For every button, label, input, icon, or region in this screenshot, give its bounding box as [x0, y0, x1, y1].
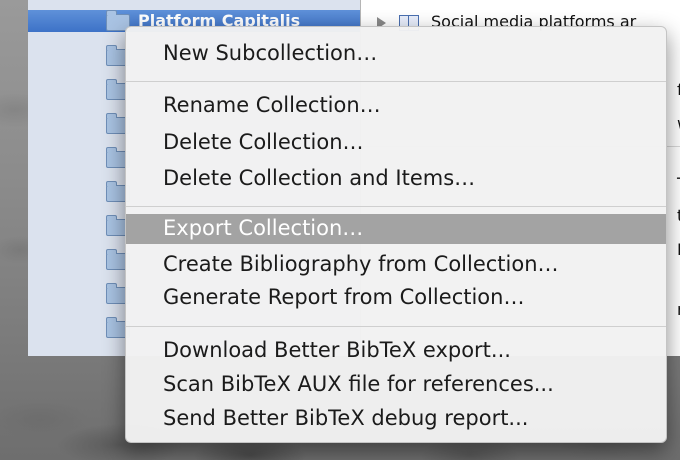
menu-separator	[126, 81, 666, 82]
menu-item-send-bbt-debug[interactable]: Send Better BibTeX debug report...	[126, 404, 666, 434]
menu-item-label: Delete Collection and Items…	[163, 166, 476, 190]
menu-item-generate-report[interactable]: Generate Report from Collection…	[126, 283, 666, 313]
collection-context-menu: New Subcollection… Rename Collection… De…	[125, 26, 667, 443]
menu-item-create-bibliography[interactable]: Create Bibliography from Collection…	[126, 250, 666, 280]
menu-item-scan-bibtex-aux[interactable]: Scan BibTeX AUX file for references...	[126, 370, 666, 400]
menu-item-label: Export Collection…	[163, 216, 364, 240]
menu-item-label: New Subcollection…	[163, 41, 378, 65]
menu-separator	[126, 206, 666, 207]
menu-item-label: Send Better BibTeX debug report...	[163, 406, 529, 430]
menu-item-new-subcollection[interactable]: New Subcollection…	[126, 39, 666, 69]
menu-item-download-bbt-export[interactable]: Download Better BibTeX export...	[126, 336, 666, 366]
menu-item-delete-collection-and-items[interactable]: Delete Collection and Items…	[126, 164, 666, 194]
menu-item-label: Create Bibliography from Collection…	[163, 252, 559, 276]
menu-item-label: Delete Collection…	[163, 130, 364, 154]
menu-separator	[126, 326, 666, 327]
menu-item-export-collection[interactable]: Export Collection…	[126, 214, 666, 244]
menu-item-label: Download Better BibTeX export...	[163, 338, 511, 362]
menu-item-label: Rename Collection…	[163, 93, 381, 117]
menu-item-delete-collection[interactable]: Delete Collection…	[126, 128, 666, 158]
menu-item-label: Generate Report from Collection…	[163, 285, 525, 309]
menu-item-label: Scan BibTeX AUX file for references...	[163, 372, 554, 396]
menu-item-rename-collection[interactable]: Rename Collection…	[126, 91, 666, 121]
